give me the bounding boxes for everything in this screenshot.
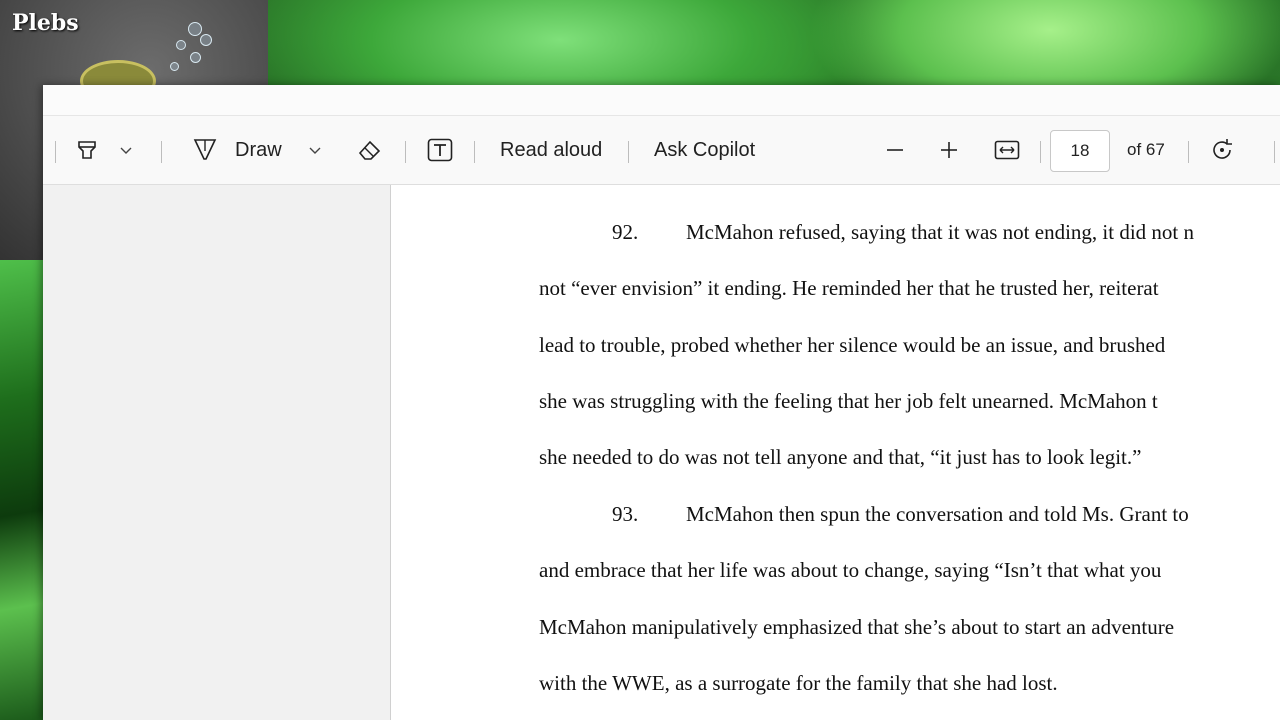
bubble-icon	[190, 52, 201, 63]
bubble-icon	[200, 34, 212, 46]
paragraph-first-line: McMahon refused, saying that it was not …	[686, 220, 1195, 244]
document-text-line: she needed to do was not tell anyone and…	[539, 445, 1142, 469]
ask-copilot-label: Ask Copilot	[654, 138, 756, 161]
pdf-toolbar: Draw Read aloud Ask Copilot 18 of 67	[43, 116, 1280, 185]
pen-icon	[193, 137, 217, 163]
page-total: of 67	[1127, 140, 1165, 159]
draw-label: Draw	[235, 138, 282, 161]
chevron-down-icon	[119, 143, 133, 157]
document-text-line: McMahon manipulatively emphasized that s…	[539, 615, 1175, 639]
toolbar-separator	[628, 141, 629, 163]
eraser-icon	[357, 138, 383, 162]
fit-width-button[interactable]	[994, 116, 1020, 184]
rotate-icon	[1209, 137, 1235, 163]
highlighter-icon	[75, 138, 99, 162]
toolbar-separator	[1040, 141, 1041, 163]
paragraph-number: 93.	[612, 502, 639, 526]
toolbar-separator	[1188, 141, 1189, 163]
zoom-in-button[interactable]	[940, 116, 958, 184]
highlight-button[interactable]	[75, 116, 99, 184]
document-text-line: lead to trouble, probed whether her sile…	[539, 333, 1166, 357]
read-aloud-button[interactable]: Read aloud	[500, 116, 602, 184]
fit-width-icon	[994, 140, 1020, 160]
plus-icon	[940, 141, 958, 159]
document-text-line: she was struggling with the feeling that…	[539, 389, 1158, 413]
toolbar-separator	[405, 141, 406, 163]
document-text-line: with the WWE, as a surrogate for the fam…	[539, 671, 1058, 695]
erase-button[interactable]	[357, 116, 383, 184]
minus-icon	[886, 141, 904, 159]
add-text-button[interactable]	[427, 116, 453, 184]
paragraph-number: 92.	[612, 220, 639, 244]
bubble-icon	[176, 40, 186, 50]
toolbar-separator	[161, 141, 162, 163]
toolbar-separator	[55, 141, 56, 163]
draw-button[interactable]: Draw	[193, 116, 282, 184]
rotate-button[interactable]	[1209, 116, 1235, 184]
toolbar-separator	[1274, 141, 1275, 163]
document-text-line: not “ever envision” it ending. He remind…	[539, 276, 1159, 300]
draw-options-dropdown[interactable]	[308, 116, 322, 184]
page-number-input[interactable]: 18	[1050, 130, 1110, 172]
thumbnail-sidebar	[43, 185, 390, 720]
read-aloud-label: Read aloud	[500, 138, 603, 161]
highlight-options-dropdown[interactable]	[119, 116, 133, 184]
desktop-wallpaper-strip	[0, 260, 44, 720]
channel-logo: Plebs	[12, 10, 79, 36]
title-bar	[43, 85, 1280, 116]
bubble-icon	[188, 22, 202, 36]
chevron-down-icon	[308, 143, 322, 157]
bubble-icon	[170, 62, 179, 71]
paragraph-first-line: McMahon then spun the conversation and t…	[686, 502, 1189, 526]
zoom-out-button[interactable]	[886, 116, 904, 184]
pdf-viewer-window: Draw Read aloud Ask Copilot 18 of 67 92.…	[43, 85, 1280, 720]
document-text-line: and embrace that her life was about to c…	[539, 558, 1162, 582]
text-box-icon	[427, 138, 453, 162]
document-page[interactable]: 92. McMahon refused, saying that it was …	[390, 185, 1280, 720]
ask-copilot-button[interactable]: Ask Copilot	[654, 116, 755, 184]
toolbar-separator	[474, 141, 475, 163]
